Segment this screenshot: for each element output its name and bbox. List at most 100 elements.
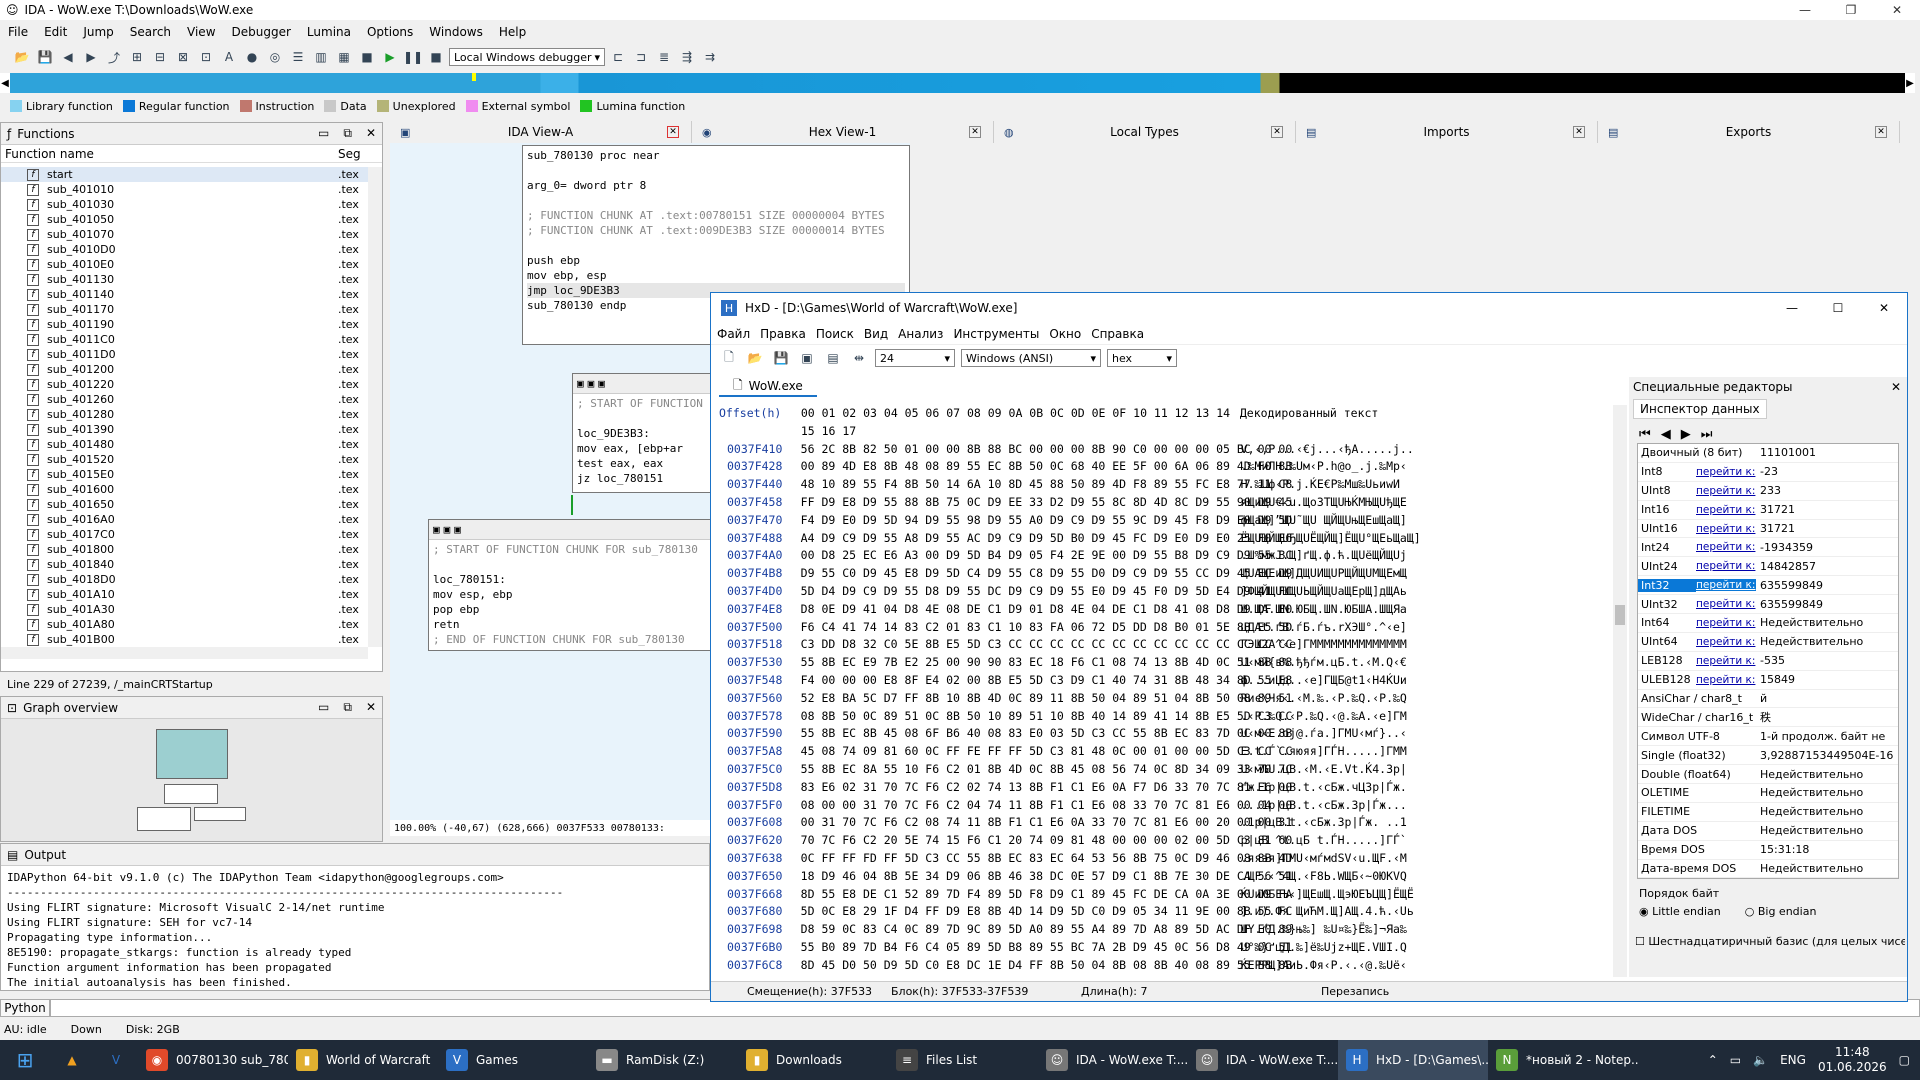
next-icon[interactable]: ▶ [1681,427,1691,442]
inspector-row[interactable]: Double (float64) Недействительно [1638,765,1898,785]
float-icon[interactable]: ⧉ [343,700,352,715]
menu-item-help[interactable]: Help [499,25,526,39]
function-row[interactable]: f start .tex [1,167,368,182]
hex-row[interactable]: 0037F698 D8 59 0C 83 C4 0C 89 7D 9C 89 5D… [719,921,1619,939]
hex-bytes[interactable]: 5D 0C E8 29 1F D4 FF D9 E8 8B 4D 14 D9 5… [801,903,1293,921]
tab-ida-view-a[interactable]: ▣ IDA View-A ✕ [390,121,692,143]
pinned-app-icon[interactable]: ▲ [50,1053,94,1067]
inspector-row[interactable]: Single (float32) 3,92887153449504E-16 [1638,746,1898,766]
hex-scroll-thumb[interactable] [1615,605,1625,625]
undef-icon[interactable]: ⊡ [196,47,216,67]
inspector-row[interactable]: Int8 перейти к: -23 [1638,463,1898,482]
hxd-menu-item[interactable]: Поиск [816,327,854,341]
hex-bytes[interactable]: A4 D9 C9 D9 55 A8 D9 55 AC D9 C9 D9 5D B… [801,530,1293,548]
inspector-row[interactable]: Двоичный (8 бит) 11101001 [1638,444,1898,463]
hex-row[interactable]: 0037F680 5D 0C E8 29 1F D4 FF D9 E8 8B 4D… [719,903,1619,921]
disk-icon[interactable]: ▣ [797,348,817,368]
maximize-icon[interactable]: ❐ [1828,3,1874,17]
inspector-value[interactable]: 635599849 [1756,579,1898,592]
stop-icon[interactable]: ■ [357,47,377,67]
bytes-per-row-select[interactable]: 24 ▾ [875,349,955,367]
language-indicator[interactable]: ENG [1780,1053,1806,1067]
breakpoint-icon[interactable]: ● [242,47,262,67]
inspector-goto-link[interactable]: перейти к: [1696,617,1756,629]
inspector-value[interactable]: Недействительно [1756,862,1898,875]
new-file-icon[interactable]: 🗋 [719,348,739,368]
taskbar-item[interactable]: ☺ IDA - WoW.exe T:... [1038,1040,1188,1080]
graph-icon[interactable]: ▣ [454,522,461,537]
edit-icon[interactable]: ▣ [444,522,451,537]
hex-row[interactable]: 0037F668 8D 55 E8 DE C1 52 89 7D F4 89 5D… [719,886,1619,904]
hex-row[interactable]: 0037F5F0 08 00 00 31 70 7C F6 C2 04 74 11… [719,797,1619,815]
close-icon[interactable]: ✕ [366,700,376,715]
hex-bytes[interactable]: 00 31 70 7C F6 C2 08 74 11 8B F1 C1 E6 0… [801,814,1293,832]
inspector-value[interactable]: 635599849 [1756,598,1898,611]
hex-row[interactable]: 0037F638 0C FF FF FD FF 5D C3 CC 55 8B EC… [719,850,1619,868]
inspector-row[interactable]: FILETIME Недействительно [1638,803,1898,822]
python-language-button[interactable]: Python [0,999,50,1017]
data-icon[interactable]: ⊠ [173,47,193,67]
hex-bytes[interactable]: 8D 45 D0 50 D9 5D C0 E8 DC 1E D4 FF 8B 5… [801,957,1293,975]
volume-icon[interactable]: 🔈 [1753,1053,1768,1067]
pinned-app-icon[interactable]: V [94,1053,138,1067]
inspector-row[interactable]: ULEB128 перейти к: 15849 [1638,671,1898,690]
hxd-menu-item[interactable]: Правка [760,327,806,341]
hex-bytes[interactable]: 00 89 4D E8 8B 48 08 89 55 EC 8B 50 0C 6… [801,458,1293,476]
hex-row[interactable]: 0037F620 70 7C F6 C2 20 5E 74 15 F6 C1 20… [719,832,1619,850]
inspector-value[interactable]: 233 [1756,484,1898,497]
menu-item-debugger[interactable]: Debugger [232,25,291,39]
inspector-value[interactable]: й [1756,692,1898,705]
hex-bytes[interactable]: D8 0E D9 41 04 D8 4E 08 DE C1 D9 01 D8 4… [801,601,1293,619]
tab-hex-view-1[interactable]: ◉ Hex View-1 ✕ [692,121,994,143]
graph-node-loc_9DE3B3[interactable]: ▣ ▣ ▣; START OF FUNCTION loc_9DE3B3: mov eax… [572,373,712,493]
function-row[interactable]: f sub_401030 .tex [1,197,368,212]
menu-item-file[interactable]: File [8,25,28,39]
taskbar-item[interactable]: ≡ Files List [888,1040,1038,1080]
menu-item-edit[interactable]: Edit [44,25,67,39]
hex-bytes[interactable]: 5D D4 D9 C9 D9 55 D8 D9 55 DC D9 C9 D9 5… [801,583,1293,601]
hex-row[interactable]: 0037F5A8 45 08 74 09 81 60 0C FF FE FF FF… [719,743,1619,761]
inspector-value[interactable]: Недействительно [1756,635,1898,648]
hex-row[interactable]: 0037F548 F4 00 00 00 E8 8F E4 02 00 8B E5… [719,672,1619,690]
save-icon[interactable]: 💾 [771,348,791,368]
hex-row[interactable]: 0037F608 00 31 70 7C F6 C2 08 74 11 8B F1… [719,814,1619,832]
prev-icon[interactable]: ◀ [1661,427,1671,442]
hex-bytes[interactable]: D9 55 C0 D9 45 E8 D9 5D C4 D9 55 C8 D9 5… [801,565,1293,583]
inspector-goto-link[interactable]: перейти к: [1696,541,1756,553]
function-row[interactable]: f sub_4018D0 .tex [1,572,368,587]
last-icon[interactable]: ⏭ [1701,427,1713,442]
inspector-row[interactable]: UInt24 перейти к: 14842857 [1638,557,1898,577]
close-icon[interactable]: ✕ [969,126,981,138]
hxd-menu-item[interactable]: Справка [1091,327,1144,341]
big-endian-radio[interactable]: ○ Big endian [1745,905,1817,918]
inspector-row[interactable]: WideChar / char16_t 秩 [1638,708,1898,728]
inspector-row[interactable]: OLETIME Недействительно [1638,784,1898,803]
hex-bytes[interactable]: 55 8B EC 8A 55 10 F6 C2 01 8B 4D 0C 8B 4… [801,761,1293,779]
function-row[interactable]: f sub_4010E0 .tex [1,257,368,272]
hex-bytes[interactable]: 48 10 89 55 F4 8B 50 14 6A 10 8D 45 88 5… [801,476,1293,494]
color-icon[interactable]: ▣ [577,376,584,391]
function-row[interactable]: f sub_401190 .tex [1,317,368,332]
inspector-row[interactable]: Int16 перейти к: 31721 [1638,501,1898,520]
inspector-row[interactable]: Символ UTF-8 1-й продолж. байт не [1638,727,1898,747]
inspector-row[interactable]: UInt64 перейти к: Недействительно [1638,633,1898,652]
hex-row[interactable]: 0037F4E8 D8 0E D9 41 04 D8 4E 08 DE C1 D9… [719,601,1619,619]
hex-bytes[interactable]: 08 8B 50 0C 89 51 0C 8B 50 10 89 51 10 8… [801,708,1293,726]
run-icon[interactable]: ▶ [380,47,400,67]
hex-row[interactable]: 0037F578 08 8B 50 0C 89 51 0C 8B 50 10 89… [719,708,1619,726]
menu-item-windows[interactable]: Windows [429,25,483,39]
text-icon[interactable]: A [219,47,239,67]
inspector-row[interactable]: UInt32 перейти к: 635599849 [1638,595,1898,615]
function-row[interactable]: f sub_401220 .tex [1,377,368,392]
hex-row[interactable]: 0037F6C8 8D 45 D0 50 D9 5D C0 E8 DC 1E D4… [719,957,1619,975]
inspector-value[interactable]: Недействительно [1756,768,1898,781]
notification-icon[interactable]: ▢ [1899,1053,1910,1067]
hex-row[interactable]: 0037F5D8 83 E6 02 31 70 7C F6 C2 02 74 13… [719,779,1619,797]
network-icon[interactable]: ▭ [1730,1053,1741,1067]
attach-icon[interactable]: ⊏ [608,47,628,67]
maximize-icon[interactable]: ☐ [1815,301,1861,315]
function-row[interactable]: f sub_401140 .tex [1,287,368,302]
taskbar-item[interactable]: ▬ RamDisk (Z:) [588,1040,738,1080]
inspector-value[interactable]: Недействительно [1756,616,1898,629]
forward-icon[interactable]: ▶ [81,47,101,67]
